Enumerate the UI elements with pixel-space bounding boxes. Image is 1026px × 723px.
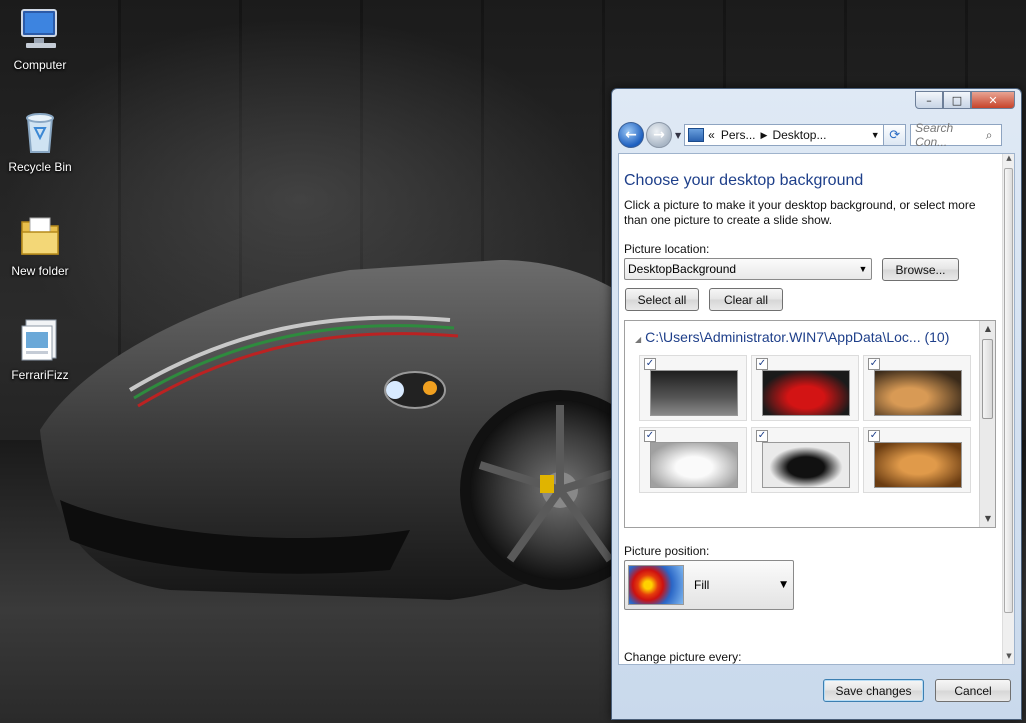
- search-icon: ⌕: [985, 127, 993, 142]
- gallery-group-header[interactable]: ◢ C:\Users\Administrator.WIN7\AppData\Loc…: [635, 329, 949, 345]
- wallpaper-thumbnail[interactable]: ✓: [751, 355, 859, 421]
- desktop-icon-new-folder[interactable]: New folder: [0, 212, 80, 278]
- desktop-icon-computer[interactable]: Computer: [0, 6, 80, 72]
- control-panel-icon: [688, 128, 705, 142]
- wallpaper-thumbnail[interactable]: ✓: [751, 427, 859, 493]
- save-changes-button[interactable]: Save changes: [823, 679, 924, 702]
- desktop-icon-ferrarifizz[interactable]: FerrariFizz: [0, 316, 80, 382]
- scroll-up-icon[interactable]: ▲: [1003, 154, 1014, 166]
- address-dropdown-icon[interactable]: ▼: [867, 130, 883, 140]
- arrow-left-icon: ←: [625, 127, 637, 143]
- gallery-path: C:\Users\Administrator.WIN7\AppData\Loc.…: [645, 329, 950, 345]
- folder-icon: [21, 217, 59, 255]
- thumbnail-checkbox[interactable]: ✓: [756, 430, 768, 442]
- picture-location-value: DesktopBackground: [628, 262, 737, 276]
- thumbnail-checkbox[interactable]: ✓: [756, 358, 768, 370]
- search-placeholder: Search Con...: [915, 121, 954, 149]
- thumbnail-image: [874, 370, 962, 416]
- breadcrumb-personalization[interactable]: Pers...: [721, 128, 756, 142]
- browse-button[interactable]: Browse...: [882, 258, 959, 281]
- refresh-button[interactable]: ⟳: [884, 124, 907, 146]
- collapse-icon: ◢: [635, 335, 642, 344]
- wallpaper-thumbnail[interactable]: ✓: [639, 427, 747, 493]
- scroll-down-icon[interactable]: ▼: [1003, 652, 1014, 664]
- gallery-scrollbar[interactable]: ▲ ▼: [979, 321, 995, 527]
- content-scrollbar[interactable]: ▲ ▼: [1002, 154, 1014, 664]
- thumbnail-checkbox[interactable]: ✓: [868, 358, 880, 370]
- desktop-background-window: – □ ✕ ← → ▼ « Pers... ▶ Desktop... ▼ ⟳ S…: [611, 88, 1022, 720]
- flower-preview-icon: [628, 565, 684, 605]
- clear-all-button[interactable]: Clear all: [709, 288, 783, 311]
- refresh-icon: ⟳: [889, 127, 901, 143]
- breadcrumb-separator-icon[interactable]: ▶: [761, 130, 768, 141]
- thumbnail-image: [762, 370, 850, 416]
- page-title: Choose your desktop background: [624, 172, 864, 189]
- thumbnail-checkbox[interactable]: ✓: [644, 430, 656, 442]
- thumbnail-image: [650, 442, 738, 488]
- computer-icon: [21, 9, 57, 48]
- desktop-icon-label: Computer: [13, 58, 67, 72]
- desktop-icon-label: FerrariFizz: [11, 368, 69, 382]
- chevron-down-icon: ▼: [858, 264, 868, 274]
- back-button[interactable]: ←: [618, 122, 644, 148]
- select-all-button[interactable]: Select all: [625, 288, 699, 311]
- forward-button[interactable]: →: [646, 122, 672, 148]
- arrow-right-icon: →: [653, 127, 665, 143]
- navigation-bar: ← → ▼ « Pers... ▶ Desktop... ▼ ⟳ Search …: [618, 119, 1016, 151]
- file-icon: [21, 319, 57, 361]
- scrollbar-thumb[interactable]: [1004, 168, 1013, 613]
- desktop-icon-label: New folder: [11, 264, 69, 278]
- wallpaper-car-image: [40, 260, 650, 600]
- recycle-bin-icon: [26, 113, 54, 153]
- breadcrumb-desktop-background[interactable]: Desktop...: [772, 128, 826, 142]
- dialog-footer: Save changes Cancel: [612, 667, 1021, 719]
- picture-position-label: Picture position:: [624, 544, 710, 558]
- scroll-down-icon[interactable]: ▼: [980, 511, 995, 527]
- thumbnail-image: [650, 370, 738, 416]
- address-chevron[interactable]: «: [708, 128, 715, 142]
- desktop-icon-recycle-bin[interactable]: Recycle Bin: [0, 108, 80, 174]
- desktop-icon-label: Recycle Bin: [8, 160, 72, 174]
- thumbnail-checkbox[interactable]: ✓: [868, 430, 880, 442]
- maximize-button[interactable]: □: [943, 91, 971, 109]
- minimize-button[interactable]: –: [915, 91, 943, 109]
- scroll-up-icon[interactable]: ▲: [980, 321, 995, 337]
- picture-location-label: Picture location:: [624, 242, 710, 256]
- content-pane: Choose your desktop background Click a p…: [618, 153, 1015, 665]
- picture-position-value: Fill: [694, 578, 710, 592]
- wallpaper-thumbnail[interactable]: ✓: [863, 355, 971, 421]
- picture-gallery: ◢ C:\Users\Administrator.WIN7\AppData\Loc…: [624, 320, 996, 528]
- scrollbar-thumb[interactable]: [982, 339, 993, 419]
- picture-position-select[interactable]: Fill ▼: [624, 560, 794, 610]
- thumbnail-checkbox[interactable]: ✓: [644, 358, 656, 370]
- address-bar[interactable]: « Pers... ▶ Desktop... ▼: [684, 124, 885, 146]
- search-input[interactable]: Search Con... ⌕: [910, 121, 1003, 149]
- wallpaper-thumbnail[interactable]: ✓: [639, 355, 747, 421]
- recent-pages-dropdown[interactable]: ▼: [675, 131, 681, 140]
- thumbnail-image: [874, 442, 962, 488]
- page-description: Click a picture to make it your desktop …: [624, 198, 976, 227]
- caption-buttons: – □ ✕: [915, 91, 1015, 109]
- chevron-down-icon: ▼: [780, 580, 787, 590]
- change-picture-label: Change picture every:: [624, 650, 742, 664]
- close-button[interactable]: ✕: [971, 91, 1015, 109]
- picture-location-select[interactable]: DesktopBackground ▼: [624, 258, 872, 280]
- thumbnail-image: [762, 442, 850, 488]
- wallpaper-thumbnail[interactable]: ✓: [863, 427, 971, 493]
- cancel-button[interactable]: Cancel: [935, 679, 1011, 702]
